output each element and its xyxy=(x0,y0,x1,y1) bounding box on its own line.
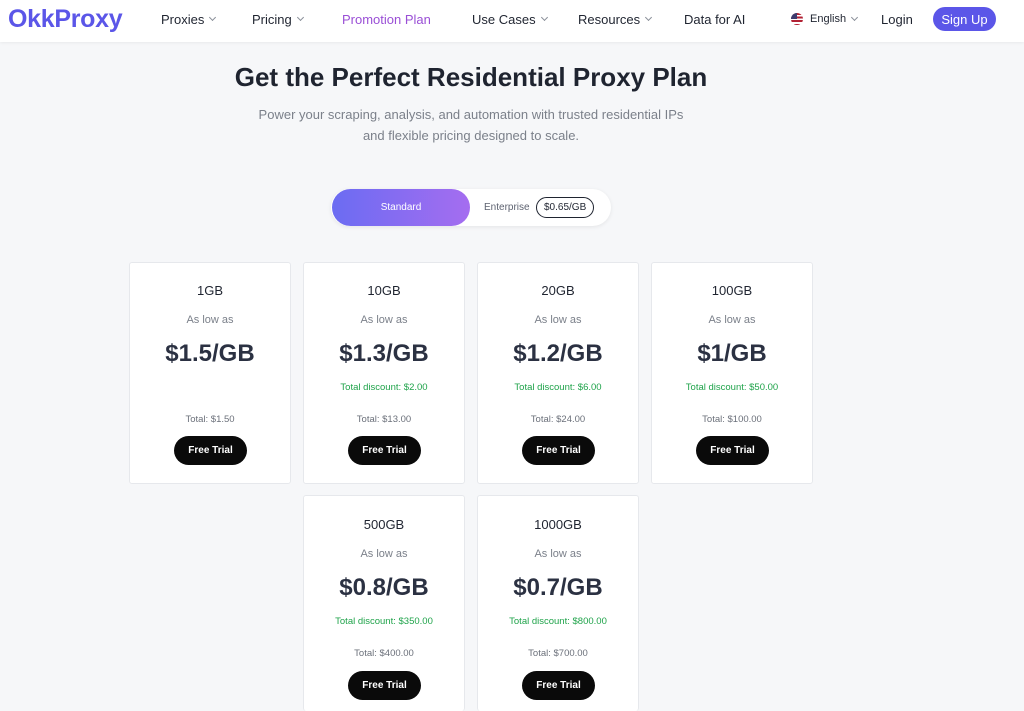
nav-data-for-ai-label: Data for AI xyxy=(684,12,746,27)
top-nav-bar: OkkProxy Proxies Pricing Promotion Plan … xyxy=(0,0,1024,42)
plan-as-low-as: As low as xyxy=(360,314,408,326)
page-subtitle-line-2: and flexible pricing designed to scale. xyxy=(362,128,580,143)
logo[interactable]: OkkProxy xyxy=(8,5,123,34)
plan-total: Total: $100.00 xyxy=(702,414,762,425)
plan-card-500gb: 500GB As low as $0.8/GB Total discount: … xyxy=(303,495,465,711)
plan-price: $1.3/GB xyxy=(339,340,429,367)
plan-as-low-as: As low as xyxy=(360,548,408,560)
plan-as-low-as: As low as xyxy=(186,314,234,326)
plan-size: 1GB xyxy=(196,283,223,298)
plan-size: 500GB xyxy=(363,517,405,532)
free-trial-button[interactable]: Free Trial xyxy=(522,671,595,700)
nav-data-for-ai[interactable]: Data for AI xyxy=(684,12,745,27)
page-subtitle-line-1: Power your scraping, analysis, and autom… xyxy=(258,107,684,122)
plan-discount: Total discount: $6.00 xyxy=(514,382,602,393)
free-trial-button[interactable]: Free Trial xyxy=(522,436,595,465)
nav-pricing[interactable]: Pricing xyxy=(252,12,304,27)
plan-discount: Total discount: $50.00 xyxy=(685,382,779,393)
plan-as-low-as: As low as xyxy=(534,314,582,326)
plan-price: $1/GB xyxy=(697,340,767,367)
language-selector[interactable]: English xyxy=(791,13,859,25)
nav-resources[interactable]: Resources xyxy=(578,12,653,27)
plan-total: Total: $700.00 xyxy=(528,648,588,659)
plan-total: Total: $24.00 xyxy=(530,414,586,425)
nav-use-cases[interactable]: Use Cases xyxy=(472,12,548,27)
enterprise-price-badge: $0.65/GB xyxy=(536,197,595,218)
chevron-down-icon xyxy=(540,13,548,22)
page-title: Get the Perfect Residential Proxy Plan xyxy=(234,62,708,92)
plan-card-1000gb: 1000GB As low as $0.7/GB Total discount:… xyxy=(477,495,639,711)
plan-size: 20GB xyxy=(541,283,575,298)
enterprise-tab[interactable]: Enterprise xyxy=(484,202,530,213)
plan-discount: Total discount: $2.00 xyxy=(340,382,428,393)
nav-promotion-plan-label: Promotion Plan xyxy=(342,12,431,27)
nav-proxies-label: Proxies xyxy=(161,12,205,27)
login-link[interactable]: Login xyxy=(881,12,913,27)
plan-size: 100GB xyxy=(711,283,753,298)
plan-size: 10GB xyxy=(367,283,401,298)
free-trial-button[interactable]: Free Trial xyxy=(348,436,421,465)
plan-card-1gb: 1GB As low as $1.5/GB Total: $1.50 Free … xyxy=(129,262,291,484)
plan-total: Total: $13.00 xyxy=(356,414,412,425)
nav-promotion-plan[interactable]: Promotion Plan xyxy=(342,12,431,27)
plan-total: Total: $400.00 xyxy=(354,648,414,659)
chevron-down-icon xyxy=(851,13,859,21)
nav-resources-label: Resources xyxy=(578,12,641,27)
plan-as-low-as: As low as xyxy=(534,548,582,560)
plan-price: $1.5/GB xyxy=(165,340,255,367)
plan-card-10gb: 10GB As low as $1.3/GB Total discount: $… xyxy=(303,262,465,484)
language-label: English xyxy=(810,13,847,25)
free-trial-button[interactable]: Free Trial xyxy=(696,436,769,465)
plan-as-low-as: As low as xyxy=(708,314,756,326)
plan-type-toggle: Standard Enterprise $0.65/GB xyxy=(331,189,611,226)
chevron-down-icon xyxy=(209,13,217,22)
standard-tab[interactable]: Standard xyxy=(332,189,470,226)
plan-price: $0.8/GB xyxy=(339,574,429,601)
plan-card-100gb: 100GB As low as $1/GB Total discount: $5… xyxy=(651,262,813,484)
nav-pricing-label: Pricing xyxy=(252,12,292,27)
page-subtitle: Power your scraping, analysis, and autom… xyxy=(0,104,942,146)
chevron-down-icon xyxy=(645,13,653,22)
plan-discount: Total discount: $800.00 xyxy=(509,616,607,627)
free-trial-button[interactable]: Free Trial xyxy=(174,436,247,465)
free-trial-button[interactable]: Free Trial xyxy=(348,671,421,700)
plan-total: Total: $1.50 xyxy=(185,414,235,425)
plan-price: $0.7/GB xyxy=(513,574,603,601)
sign-up-button[interactable]: Sign Up xyxy=(933,7,996,31)
plan-size: 1000GB xyxy=(534,517,582,532)
us-flag-icon xyxy=(791,13,803,25)
nav-proxies[interactable]: Proxies xyxy=(161,12,217,27)
chevron-down-icon xyxy=(296,13,304,22)
plan-price: $1.2/GB xyxy=(513,340,603,367)
plan-discount: Total discount: $350.00 xyxy=(335,616,433,627)
plan-card-20gb: 20GB As low as $1.2/GB Total discount: $… xyxy=(477,262,639,484)
nav-use-cases-label: Use Cases xyxy=(472,12,536,27)
